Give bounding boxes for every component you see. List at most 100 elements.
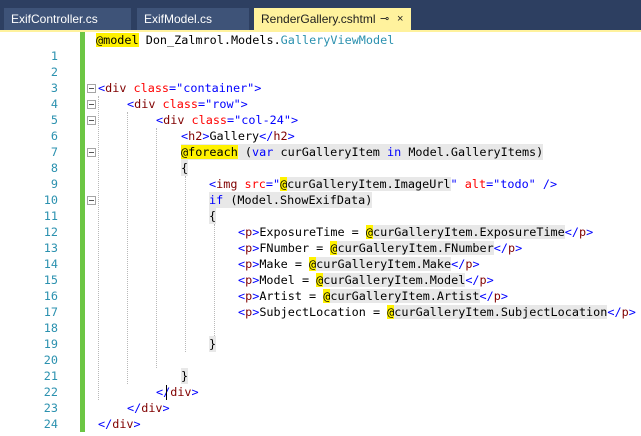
- tag-bracket: </: [465, 273, 480, 287]
- tag-bracket: >: [162, 401, 170, 415]
- tab-render-gallery[interactable]: RenderGallery.cshtml ⊸ ×: [254, 8, 411, 30]
- element-name: h2: [273, 129, 288, 143]
- razor-expression: curGalleryItem.Model: [323, 273, 466, 287]
- tag-bracket: </: [493, 241, 508, 255]
- code-line-9: 9 {: [0, 160, 641, 191]
- tag-bracket: />: [535, 177, 558, 191]
- tab-label: RenderGallery.cshtml: [261, 12, 376, 26]
- attribute-name: src: [237, 177, 266, 191]
- change-marker: [80, 160, 85, 176]
- tag-bracket: </: [451, 257, 466, 271]
- change-marker: [80, 240, 85, 256]
- change-marker: [80, 224, 85, 240]
- code-line-13: 13 <p>ExposureTime = @curGalleryItem.Exp…: [0, 224, 641, 255]
- tag-bracket: </: [479, 289, 494, 303]
- code-text: (: [237, 145, 253, 159]
- tag-bracket: >: [254, 81, 262, 95]
- code-line-2: 2: [0, 48, 641, 79]
- code-line-20: 20 }: [0, 336, 641, 367]
- field-label: Make =: [259, 257, 310, 271]
- line-content: <p>SubjectLocation = @curGalleryItem.Sub…: [238, 304, 636, 320]
- code-text: curGalleryItem: [273, 145, 387, 159]
- code-line-11: 11 if (Model.ShowExifData): [0, 192, 641, 223]
- tab-exif-model[interactable]: ExifModel.cs: [137, 8, 249, 30]
- tab-exif-controller[interactable]: ExifController.cs: [4, 8, 131, 30]
- tag-bracket: >: [486, 273, 494, 287]
- line-content: </div>: [98, 416, 141, 432]
- collapse-toggle-icon[interactable]: [87, 100, 96, 109]
- collapse-toggle-icon[interactable]: [87, 148, 96, 157]
- razor-directive: @model: [96, 33, 139, 47]
- line-content: @foreach (var curGalleryItem in Model.Ga…: [181, 144, 544, 160]
- close-icon[interactable]: ×: [397, 8, 403, 30]
- element-name: div: [170, 385, 192, 399]
- razor-directive: @foreach: [181, 145, 238, 159]
- change-marker: [80, 384, 85, 400]
- tag-bracket: </: [127, 401, 142, 415]
- tab-label: ExifController.cs: [11, 12, 98, 26]
- field-label: FNumber =: [259, 241, 331, 255]
- change-marker: [80, 288, 85, 304]
- razor-expression: curGalleryItem.ImageUrl: [287, 177, 451, 191]
- code-line-22: 22 }: [0, 368, 641, 399]
- change-marker: [80, 80, 85, 96]
- field-label: Artist =: [259, 289, 324, 303]
- change-marker: [80, 272, 85, 288]
- collapse-toggle-icon[interactable]: [87, 84, 96, 93]
- razor-expression: curGalleryItem.Artist: [330, 289, 480, 303]
- brace: {: [181, 161, 189, 175]
- code-line-6: 6 <div class="col-24">: [0, 112, 641, 143]
- tag-bracket: >: [287, 129, 295, 143]
- code-line-21: 21: [0, 352, 641, 383]
- attribute-name: alt: [457, 177, 487, 191]
- attribute-name: class: [126, 81, 170, 95]
- code-line-17: 17 <p>Artist = @curGalleryItem.Artist</p…: [0, 288, 641, 319]
- code-line-16: 16 <p>Model = @curGalleryItem.Model</p>: [0, 272, 641, 303]
- line-content: if (Model.ShowExifData): [209, 192, 373, 208]
- razor-expression: curGalleryItem.Make: [316, 257, 452, 271]
- element-name: div: [163, 113, 185, 127]
- field-label: Model =: [259, 273, 317, 287]
- code-line-4: 4 <div class="container">: [0, 80, 641, 111]
- field-label: SubjectLocation =: [259, 305, 388, 319]
- change-marker: [80, 112, 85, 128]
- element-name: div: [112, 417, 134, 431]
- line-content: <div class="container">: [98, 80, 261, 96]
- code-line-3: 3: [0, 64, 641, 95]
- tag-bracket: </: [98, 417, 113, 431]
- change-marker: [80, 256, 85, 272]
- pin-icon[interactable]: ⊸: [380, 8, 389, 30]
- equals-sign: =: [265, 177, 273, 191]
- code-line-18: 18 <p>SubjectLocation = @curGalleryItem.…: [0, 304, 641, 335]
- line-content: <p>Artist = @curGalleryItem.Artist</p>: [238, 288, 508, 304]
- collapse-toggle-icon[interactable]: [87, 116, 96, 125]
- line-content: <p>ExposureTime = @curGalleryItem.Exposu…: [238, 224, 593, 240]
- line-content: }: [209, 336, 217, 352]
- change-marker: [80, 64, 85, 80]
- namespace-text: Don_Zalmrol.Models.: [138, 33, 281, 47]
- brace: {: [209, 209, 217, 223]
- change-marker: [80, 48, 85, 64]
- change-marker: [80, 128, 85, 144]
- element-name: p: [493, 289, 501, 303]
- attribute-value: "container": [176, 81, 255, 95]
- brace: }: [209, 337, 217, 351]
- brace: }: [181, 369, 189, 383]
- change-marker: [80, 368, 85, 384]
- razor-at: @: [365, 225, 373, 239]
- keyword: var: [252, 145, 274, 159]
- keyword: in: [387, 145, 402, 159]
- line-content: }: [181, 368, 189, 384]
- element-name: h2: [188, 129, 203, 143]
- change-marker: [80, 208, 85, 224]
- element-name: div: [105, 81, 127, 95]
- change-marker: [80, 352, 85, 368]
- change-marker: [80, 192, 85, 208]
- code-line-24: 24 </div>: [0, 400, 641, 431]
- tag-bracket: </: [259, 129, 274, 143]
- element-name: div: [134, 97, 156, 111]
- razor-expression: curGalleryItem.FNumber: [337, 241, 494, 255]
- code-editor[interactable]: 1 @model Don_Zalmrol.Models.GalleryViewM…: [0, 32, 641, 436]
- tag-bracket: >: [515, 241, 523, 255]
- collapse-toggle-icon[interactable]: [87, 196, 96, 205]
